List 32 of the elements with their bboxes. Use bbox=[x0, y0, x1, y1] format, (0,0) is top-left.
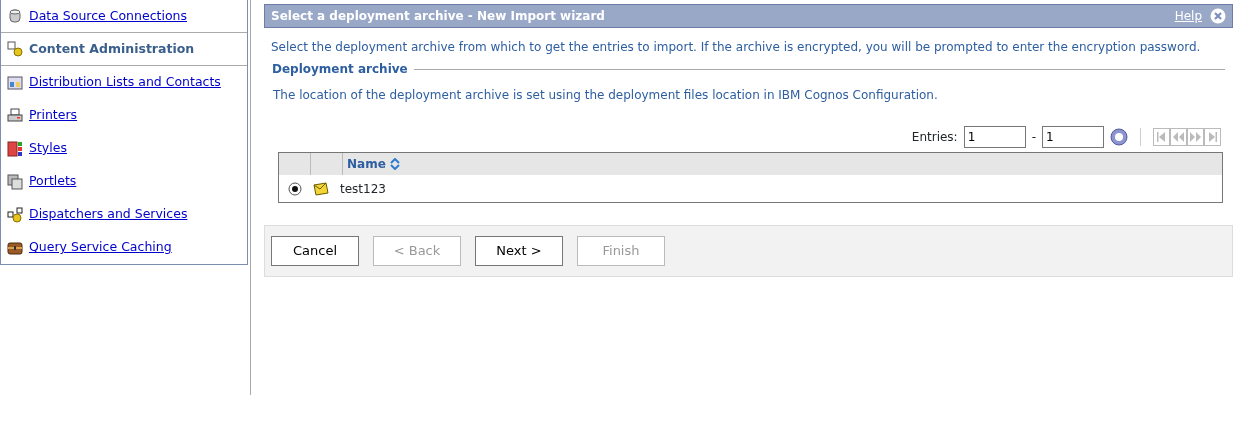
styles-icon bbox=[7, 140, 23, 157]
section-title: Deployment archive bbox=[272, 61, 408, 78]
database-icon bbox=[7, 8, 23, 24]
sidebar-link[interactable]: Styles bbox=[29, 139, 67, 158]
sidebar-link[interactable]: Portlets bbox=[29, 172, 77, 191]
wizard-button[interactable]: Next > bbox=[475, 236, 563, 266]
go-icon[interactable] bbox=[1110, 128, 1128, 146]
entries-from-field[interactable]: 1 bbox=[963, 126, 1026, 148]
windows-icon bbox=[7, 173, 23, 190]
gear-icon bbox=[7, 41, 23, 57]
column-header[interactable]: Name bbox=[347, 155, 400, 173]
wizard-title: Select a deployment archive - New Import wizard bbox=[271, 8, 605, 25]
chest-icon bbox=[7, 239, 23, 256]
location-note: The location of the deployment archive is set using the deployment files location in IBM Cognos Configuration. bbox=[273, 87, 939, 104]
sidebar-link[interactable]: Printers bbox=[29, 106, 78, 125]
entries-to-field[interactable]: 1 bbox=[1042, 126, 1104, 148]
sidebar-link[interactable]: Dispatchers and Services bbox=[29, 205, 188, 224]
wizard-button[interactable]: Cancel bbox=[271, 236, 359, 266]
entries-label: Entries: bbox=[911, 129, 958, 146]
printer-icon bbox=[7, 107, 23, 124]
range-dash: - bbox=[1031, 129, 1036, 146]
contact-card-icon bbox=[7, 74, 23, 91]
sidebar-link[interactable]: Distribution Lists and Contacts bbox=[29, 73, 221, 92]
gears-icon bbox=[7, 206, 23, 223]
radio-button[interactable] bbox=[288, 181, 302, 196]
sidebar-link[interactable]: Data Source Connections bbox=[29, 6, 187, 26]
close-icon[interactable] bbox=[1210, 8, 1226, 24]
pagination-icons[interactable] bbox=[1153, 128, 1221, 146]
sort-icon[interactable] bbox=[389, 158, 400, 170]
sidebar-link[interactable]: Query Service Caching bbox=[29, 238, 172, 257]
archive-name: test123 bbox=[340, 180, 386, 198]
intro-text: Select the deployment archive from which to get the entries to import. If the archive is encrypted, you will be prompted to enter the encryption password. bbox=[271, 39, 1202, 56]
